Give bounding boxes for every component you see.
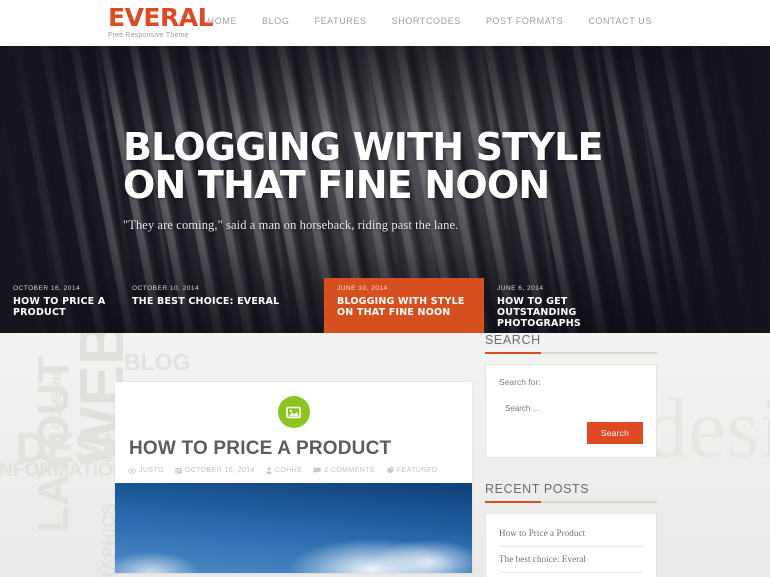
carousel-item-3-title: HOW TO GET OUTSTANDING PHOTOGRAPHS [497,296,581,329]
meta-comments[interactable]: 2 COMMENTS [313,467,375,474]
meta-category-label: JUSTO [139,467,164,474]
recent-posts-widget-title: RECENT POSTS [485,482,657,503]
hero-thumbnail-carousel: OCTOBER 16, 2014 HOW TO PRICE A PRODUCT … [0,278,770,333]
nav-item-features[interactable]: FEATURES [314,16,366,26]
image-icon [277,396,310,428]
hero-title-line2: ON THAT FINE NOON [123,163,550,207]
list-item[interactable]: Blogging with style [499,573,643,577]
logo-tagline: Free Responsive Theme [108,32,189,39]
search-button[interactable]: Search [586,422,643,444]
nav-item-home[interactable]: HOME [208,16,237,26]
nav-item-blog[interactable]: BLOG [262,16,289,26]
carousel-item-0-date: OCTOBER 16, 2014 [13,285,81,292]
eye-icon [128,467,136,474]
list-item[interactable]: The best choice: Everal [499,547,643,573]
site-logo[interactable]: EVERAL Free Responsive Theme [108,3,214,40]
hero-slider[interactable]: BLOGGING WITH STYLE ON THAT FINE NOON "T… [0,46,770,333]
widget-search: SEARCH Search for: Search [485,333,657,458]
meta-date-label: OCTOBER 16, 2014 [184,467,255,474]
nav-item-contact-us[interactable]: CONTACT US [588,16,652,26]
meta-author-label: COHHE [274,467,303,474]
carousel-item-3-date: JUNE 6, 2014 [497,285,544,292]
carousel-item-3[interactable]: JUNE 6, 2014 HOW TO GET OUTSTANDING PHOT… [484,278,650,333]
hero-subtitle: "They are coming," said a man on horseba… [123,218,459,232]
hero-title-line1: BLOGGING WITH STYLE [123,125,603,169]
main-content: HOW TO PRICE A PRODUCT JUSTO OCTOBER 16,… [0,333,770,577]
nav-item-shortcodes[interactable]: SHORTCODES [392,16,461,26]
post-card: HOW TO PRICE A PRODUCT JUSTO OCTOBER 16,… [115,382,472,573]
main-navigation: HOME BLOG FEATURES SHORTCODES POST FORMA… [208,16,652,26]
calendar-icon [175,468,182,474]
recent-posts-list: How to Price a Product The best choice: … [485,513,657,577]
meta-comments-label: 2 COMMENTS [324,467,375,474]
page-root: LAYOUT WEB WEBSITE DESIGN GRAPHICS INFOR… [0,0,770,577]
carousel-item-0-title: HOW TO PRICE A PRODUCT [13,296,106,318]
meta-author[interactable]: COHHE [266,467,302,474]
comment-icon [313,467,321,474]
post-meta: JUSTO OCTOBER 16, 2014 COHHE 2 COMMENTS … [115,460,472,483]
search-widget-body: Search for: Search [485,364,657,458]
site-header: EVERAL Free Responsive Theme HOME BLOG F… [0,0,770,46]
widget-recent-posts: RECENT POSTS How to Price a Product The … [485,482,657,577]
meta-tag[interactable]: FEATURED [386,467,437,474]
search-widget-title: SEARCH [485,333,657,354]
carousel-item-1[interactable]: OCTOBER 10, 2014 THE BEST CHOICE: EVERAL [119,278,324,333]
search-input[interactable] [499,404,643,422]
sidebar: SEARCH Search for: Search RECENT POSTS H… [485,333,657,577]
carousel-item-2-date: JUNE 10, 2014 [337,285,388,292]
tag-icon [386,467,394,474]
carousel-item-1-date: OCTOBER 10, 2014 [132,285,200,292]
user-icon [266,467,272,474]
nav-item-post-formats[interactable]: POST FORMATS [486,16,563,26]
carousel-item-2-title: BLOGGING WITH STYLE ON THAT FINE NOON [337,296,465,318]
post-featured-image [115,483,472,573]
list-item[interactable]: How to Price a Product [499,528,643,547]
carousel-spacer [650,278,770,333]
meta-date[interactable]: OCTOBER 16, 2014 [175,467,255,474]
hero-caption: BLOGGING WITH STYLE ON THAT FINE NOON "T… [123,128,603,233]
carousel-item-1-title: THE BEST CHOICE: EVERAL [132,296,280,307]
search-label: Search for: [499,377,541,387]
logo-text: EVERAL [108,3,214,32]
meta-category[interactable]: JUSTO [128,467,164,474]
meta-tag-label: FEATURED [396,467,438,474]
carousel-item-2[interactable]: JUNE 10, 2014 BLOGGING WITH STYLE ON THA… [324,278,484,333]
carousel-item-0[interactable]: OCTOBER 16, 2014 HOW TO PRICE A PRODUCT [0,278,119,333]
